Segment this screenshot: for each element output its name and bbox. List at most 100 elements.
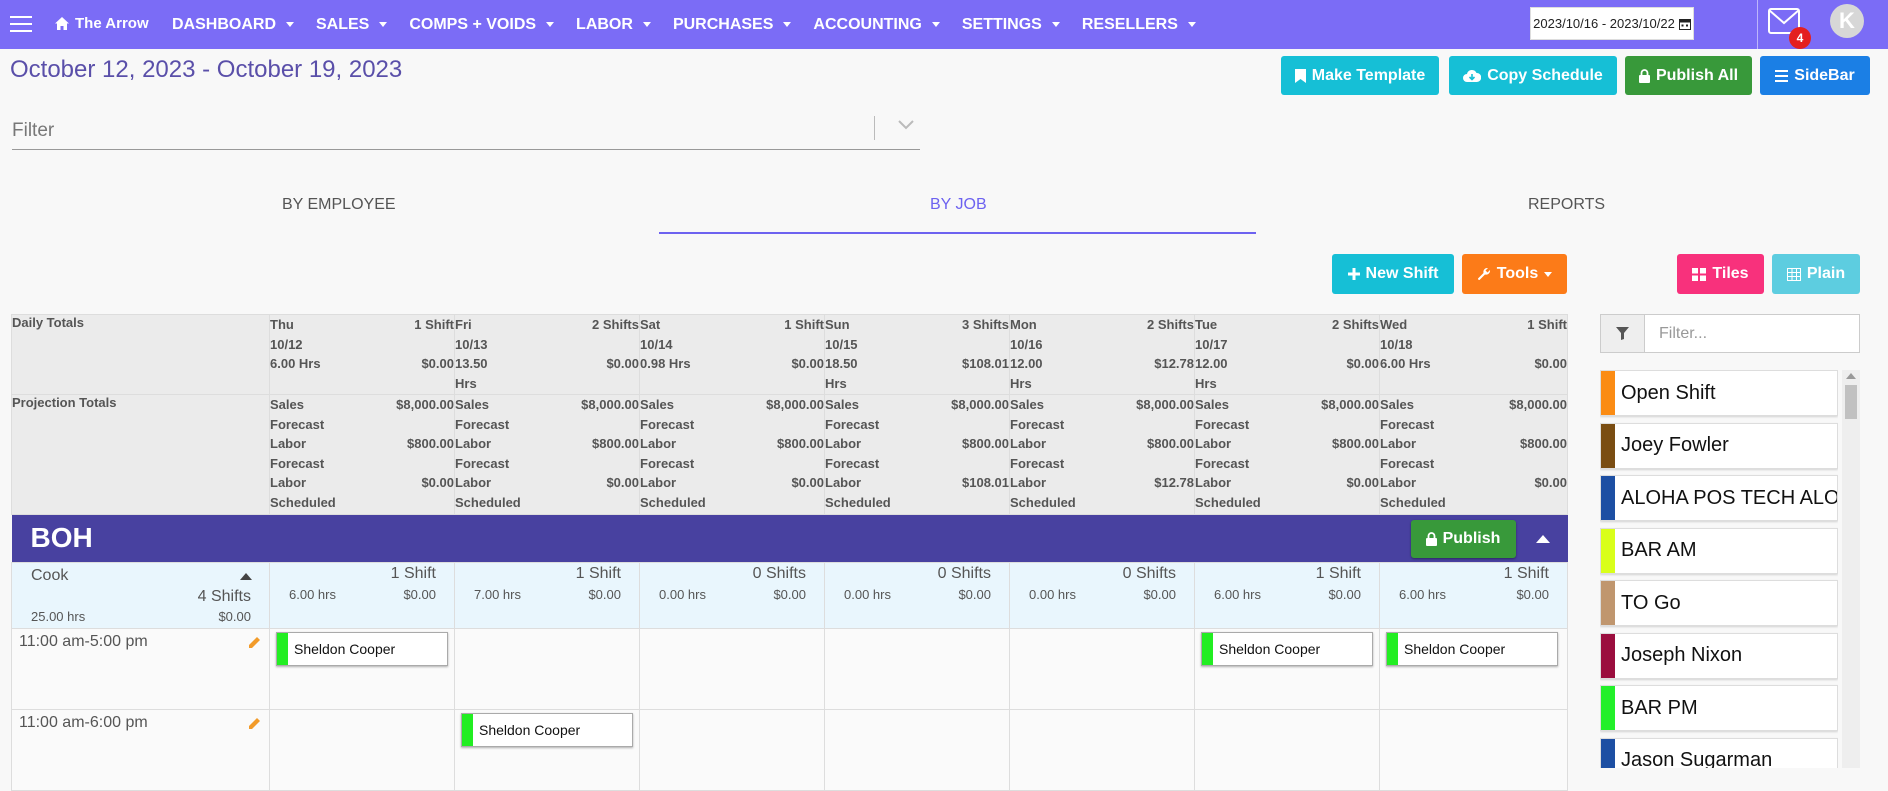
tab-by-employee[interactable]: BY EMPLOYEE [282, 196, 396, 214]
plain-view-button[interactable]: Plain [1772, 254, 1860, 294]
job-tile[interactable]: Joey Fowler [1600, 422, 1838, 469]
job-name: Cook [31, 567, 69, 584]
shift-cell[interactable] [1009, 709, 1195, 791]
shift-time-cell: 11:00 am-5:00 pm [11, 628, 270, 710]
pencil-icon[interactable] [248, 717, 261, 730]
shift-color-bar [462, 714, 473, 746]
sidebar-filter-input[interactable]: Filter... [1645, 315, 1707, 352]
job-day-summary: 0 Shifts 0.00 hrs $0.00 [824, 562, 1010, 629]
new-shift-button[interactable]: New Shift [1332, 254, 1454, 294]
scroll-up-icon[interactable] [1846, 373, 1856, 379]
cost: $0.00 [403, 587, 436, 602]
job-list-scrollbar[interactable] [1842, 370, 1860, 768]
group-header-row: BOH Publish [11, 514, 1568, 563]
shift-cell[interactable]: Sheldon Cooper [269, 628, 455, 710]
menu-resellers[interactable]: RESELLERS [1082, 16, 1196, 34]
menu-settings[interactable]: SETTINGS [962, 16, 1060, 34]
filter-select[interactable]: Filter [12, 112, 920, 150]
tab-reports[interactable]: REPORTS [1528, 196, 1605, 214]
caret-up-icon[interactable] [240, 573, 252, 580]
shift-cell[interactable] [824, 628, 1010, 710]
caret-down-icon [379, 22, 388, 27]
sidebar-filter[interactable]: Filter... [1600, 314, 1860, 353]
menu-accounting[interactable]: ACCOUNTING [813, 15, 940, 34]
shift-cell[interactable]: Sheldon Cooper [1379, 628, 1568, 710]
shift-cell[interactable] [269, 709, 455, 791]
labor-scheduled: $0.00 [421, 475, 454, 490]
shift-card[interactable]: Sheldon Cooper [461, 713, 633, 747]
labor-scheduled: $108.01 [962, 475, 1009, 490]
tab-by-job[interactable]: BY JOB [930, 196, 987, 214]
menu-sales[interactable]: SALES [316, 16, 388, 34]
brand-link[interactable]: The Arrow [55, 15, 149, 32]
date-range-value: 2023/10/16 - 2023/10/22 [1533, 16, 1675, 31]
group-publish-button[interactable]: Publish [1410, 520, 1516, 558]
job-color-swatch [1601, 738, 1615, 768]
shift-card[interactable]: Sheldon Cooper [276, 632, 448, 666]
make-template-button[interactable]: Make Template [1281, 56, 1439, 95]
day-projection: Sales Forecast $8,000.00 Labor Forecast $80… [269, 394, 455, 515]
pencil-icon[interactable] [248, 636, 261, 649]
job-tile[interactable]: Open Shift [1600, 370, 1838, 416]
shift-cell[interactable] [1379, 709, 1568, 791]
labor-scheduled: $0.00 [1346, 475, 1379, 490]
job-list: Open Shift Joey Fowler ALOHA POS TECH ALOH… [1600, 370, 1838, 768]
shift-cell[interactable]: Sheldon Cooper [1194, 628, 1380, 710]
shift-card[interactable]: Sheldon Cooper [1386, 632, 1558, 666]
sidebar-button[interactable]: SideBar [1760, 56, 1870, 95]
shift-cell[interactable] [454, 628, 640, 710]
menu-labor[interactable]: LABOR [576, 16, 651, 34]
sales-forecast: $8,000.00 [951, 397, 1009, 412]
bars-icon [1775, 69, 1789, 82]
shift-cell[interactable] [639, 628, 825, 710]
button-label: Publish [1442, 530, 1501, 547]
job-color-swatch [1601, 581, 1615, 625]
menu-label: COMPS + VOIDS [409, 15, 537, 33]
date-range-picker[interactable]: 2023/10/16 - 2023/10/22 [1530, 7, 1694, 40]
job-tile[interactable]: Joseph Nixon [1600, 632, 1838, 679]
shift-count: 2 Shifts [1332, 317, 1379, 332]
hours: 6.00 Hrs [270, 356, 321, 371]
button-label: Tools [1496, 265, 1539, 282]
chevron-down-icon[interactable] [898, 120, 914, 130]
job-tile[interactable]: BAR AM [1600, 527, 1838, 574]
button-label: Make Template [1311, 66, 1426, 84]
avatar[interactable]: K [1830, 4, 1864, 38]
menu-comps-voids[interactable]: COMPS + VOIDS [409, 15, 555, 34]
labor-forecast: $800.00 [962, 436, 1009, 451]
labor-forecast-label: Labor Forecast [1010, 436, 1065, 471]
active-tab-indicator [659, 232, 1256, 234]
copy-schedule-button[interactable]: Copy Schedule [1449, 56, 1617, 95]
publish-all-button[interactable]: Publish All [1625, 56, 1752, 95]
shift-cell[interactable] [639, 709, 825, 791]
job-row: Cook 4 Shifts 25.00 hrs $0.00 1 Shift 6.0… [11, 562, 1568, 629]
hamburger-menu-icon[interactable] [10, 16, 32, 32]
collapse-up-icon[interactable] [1535, 535, 1550, 543]
sales-forecast: $8,000.00 [1321, 397, 1379, 412]
menu-purchases[interactable]: PURCHASES [672, 15, 792, 34]
day-date: 10/13 [455, 336, 488, 352]
filter-divider [874, 116, 875, 140]
job-tile-label: Joseph Nixon [1621, 644, 1743, 666]
job-tile[interactable]: ALOHA POS TECH ALOHA [1600, 475, 1838, 521]
shift-cell[interactable] [824, 709, 1010, 791]
job-tile[interactable]: Jason Sugarman [1600, 737, 1838, 768]
job-tile[interactable]: TO Go [1600, 580, 1838, 626]
menu-dashboard[interactable]: DASHBOARD [172, 16, 294, 34]
view-tabs: BY EMPLOYEE BY JOB REPORTS [0, 190, 1888, 236]
job-tile[interactable]: BAR PM [1600, 685, 1838, 731]
scrollbar-thumb[interactable] [1845, 385, 1857, 419]
shift-cell[interactable] [1194, 709, 1380, 791]
cost: $0.00 [421, 356, 454, 371]
tiles-view-button[interactable]: Tiles [1677, 254, 1764, 294]
menu-label: PURCHASES [672, 15, 774, 33]
day-projection: Sales Forecast $8,000.00 Labor Forecast $80… [639, 394, 825, 515]
tools-dropdown-button[interactable]: Tools [1462, 254, 1567, 294]
menu-label: ACCOUNTING [813, 15, 922, 33]
shift-cell[interactable] [1009, 628, 1195, 710]
shift-count: 1 Shift [784, 317, 824, 332]
top-navbar: The Arrow DASHBOARD SALES COMPS + VOIDS … [0, 0, 1888, 49]
shift-card[interactable]: Sheldon Cooper [1201, 632, 1373, 666]
employee-name: Sheldon Cooper [1404, 641, 1506, 657]
shift-cell[interactable]: Sheldon Cooper [454, 709, 640, 791]
